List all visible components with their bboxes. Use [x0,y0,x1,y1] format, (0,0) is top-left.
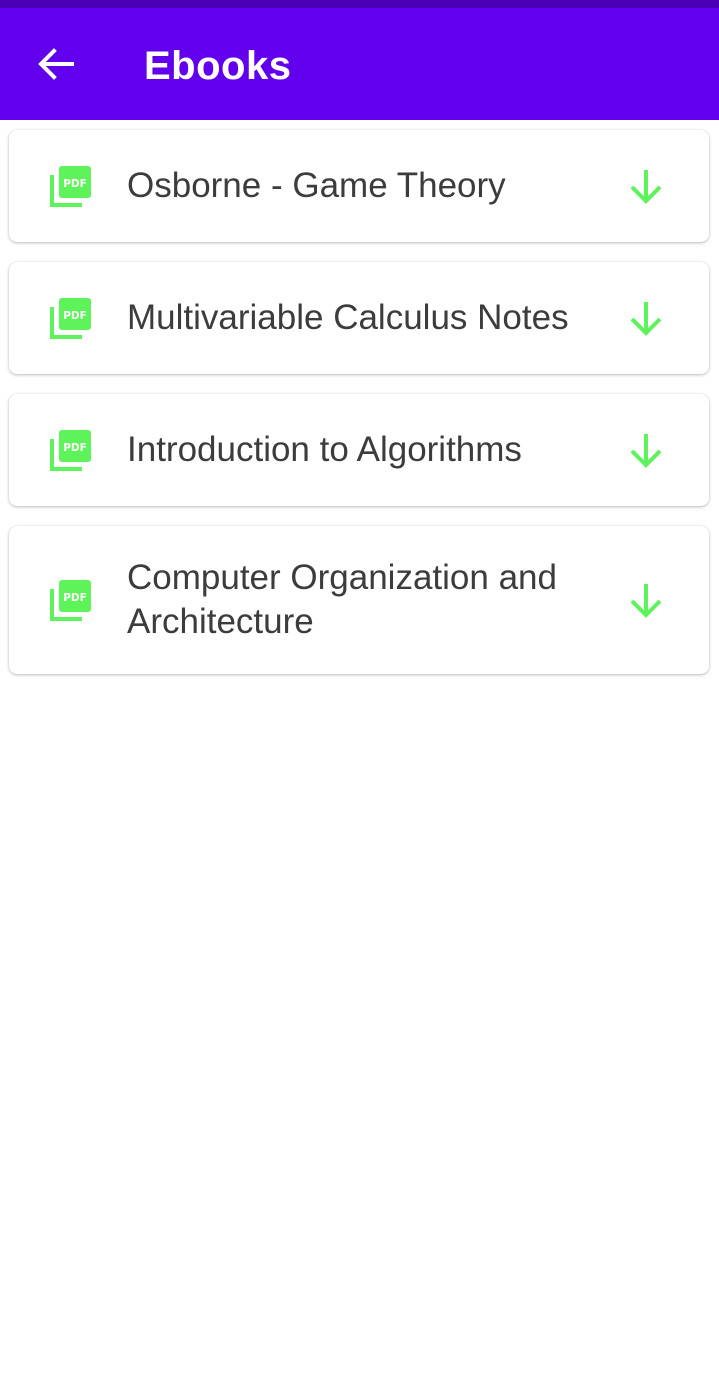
app-bar: Ebooks [0,8,719,120]
ebook-card[interactable]: PDF Multivariable Calculus Notes [9,262,709,374]
pdf-icon: PDF [50,580,91,621]
back-button[interactable] [30,44,82,84]
page-title: Ebooks [144,44,292,88]
pdf-icon: PDF [50,430,91,471]
download-arrow-icon[interactable] [626,430,666,470]
download-arrow-icon[interactable] [626,580,666,620]
pdf-icon-label: PDF [63,442,87,454]
ebook-list: PDF Osborne - Game Theory PDF Multivaria… [9,130,709,694]
ebook-title: Computer Organization and Architecture [127,558,557,641]
ebook-card[interactable]: PDF Osborne - Game Theory [9,130,709,242]
pdf-icon-label: PDF [63,592,87,604]
pdf-icon: PDF [50,298,91,339]
pdf-icon: PDF [50,166,91,207]
ebook-card[interactable]: PDF Computer Organization and Architectu… [9,526,709,674]
arrow-left-icon [38,48,74,80]
ebook-title: Introduction to Algorithms [127,430,522,469]
ebook-card[interactable]: PDF Introduction to Algorithms [9,394,709,506]
status-bar [0,0,719,8]
download-arrow-icon[interactable] [626,298,666,338]
download-arrow-icon[interactable] [626,166,666,206]
pdf-icon-label: PDF [63,310,87,322]
pdf-icon-label: PDF [63,178,87,190]
ebook-title: Multivariable Calculus Notes [127,298,569,337]
ebook-title: Osborne - Game Theory [127,166,506,205]
